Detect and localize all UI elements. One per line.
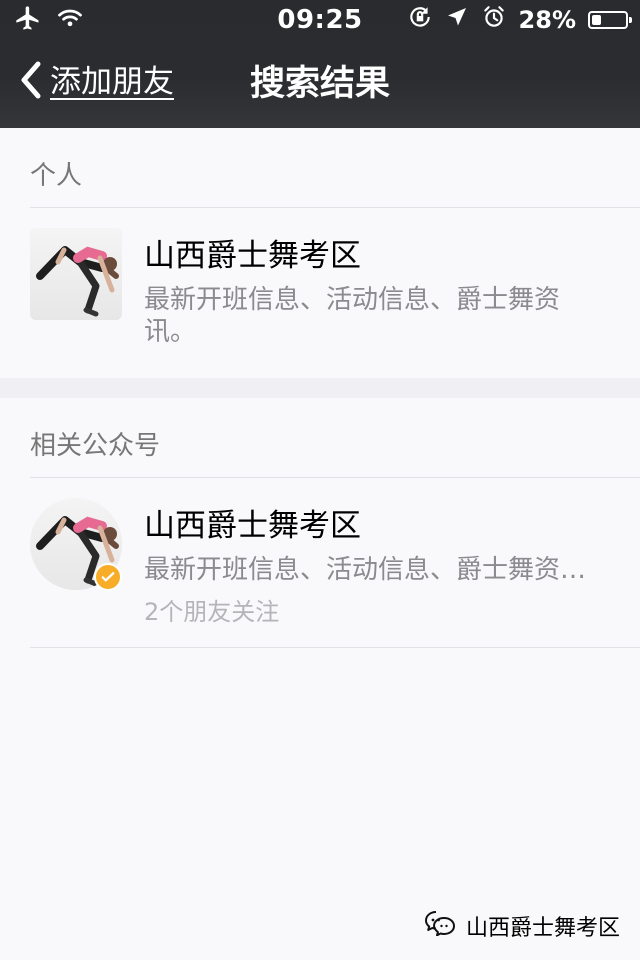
watermark-text: 山西爵士舞考区 (465, 916, 620, 941)
result-description: 最新开班信息、活动信息、爵士舞资讯。 (144, 555, 594, 585)
battery-icon (588, 11, 632, 29)
result-description: 最新开班信息、活动信息、爵士舞资讯。 (144, 285, 561, 347)
status-right: 28% (407, 4, 632, 36)
search-result-official-account[interactable]: 山西爵士舞考区 最新开班信息、活动信息、爵士舞资讯。 2个朋友关注 (0, 478, 640, 648)
alarm-icon (481, 4, 507, 36)
location-icon (445, 5, 469, 35)
avatar (30, 228, 122, 320)
result-name: 山西爵士舞考区 (144, 508, 361, 544)
rotation-lock-icon (407, 4, 433, 36)
result-meta: 2个朋友关注 (144, 598, 280, 626)
section-label: 个人 (30, 161, 83, 191)
wechat-icon (424, 910, 458, 942)
section-separator (0, 378, 640, 398)
battery-nub (629, 17, 632, 23)
watermark: 山西爵士舞考区 (424, 910, 620, 942)
battery-percent: 28% (518, 6, 576, 34)
search-result-person[interactable]: 山西爵士舞考区 最新开班信息、活动信息、爵士舞资讯。 (0, 208, 640, 378)
page-title: 搜索结果 (249, 64, 390, 104)
result-name: 山西爵士舞考区 (144, 238, 361, 274)
section-label: 相关公众号 (30, 431, 161, 461)
section-header-personal: 个人 (0, 128, 640, 208)
section-header-official-accounts: 相关公众号 (0, 398, 640, 478)
verified-badge-icon (94, 563, 122, 591)
top-bar: 09:25 28% 添加朋友 搜索结果 (0, 0, 640, 128)
navigation-bar: 添加朋友 搜索结果 (0, 40, 640, 128)
divider (30, 647, 640, 648)
battery-level (592, 15, 601, 25)
status-bar: 09:25 28% (0, 0, 640, 40)
